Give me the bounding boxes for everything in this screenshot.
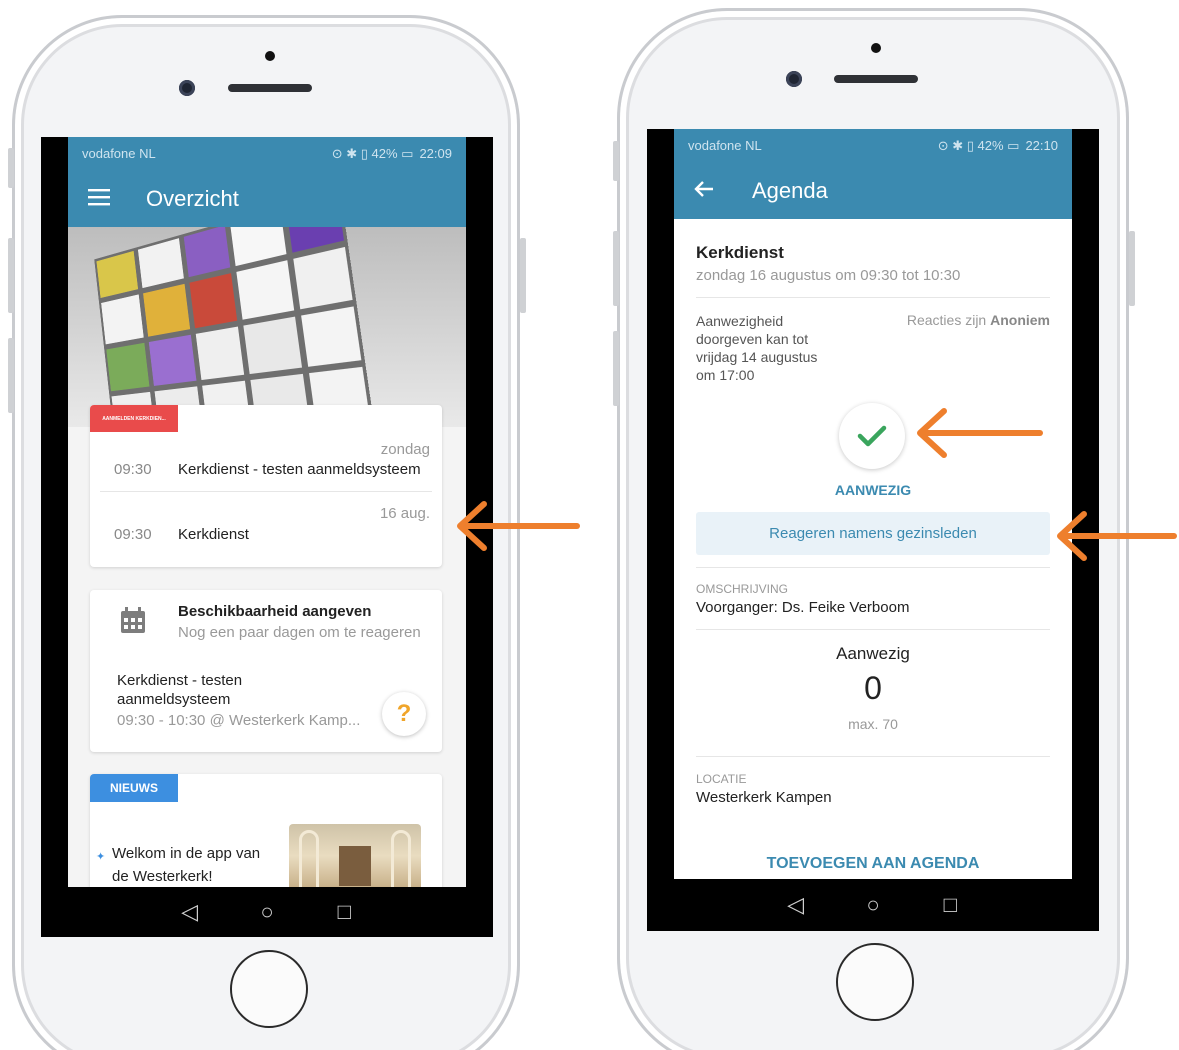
- back-arrow-icon[interactable]: [694, 177, 716, 205]
- event-tag: AANMELDEN KERKDIEN...: [90, 405, 178, 432]
- volume-up-button: [8, 238, 14, 313]
- attendance-deadline: Aanwezigheid doorgeven kan tot vrijdag 1…: [696, 312, 817, 384]
- agenda-app: vodafone NL ⊙ ✱ ▯ 42% ▭ 22:10 Agenda Ker…: [674, 129, 1072, 879]
- clock: 22:10: [1025, 137, 1058, 153]
- deadline-line: om 17:00: [696, 367, 755, 383]
- screen-left: vodafone NL ⊙ ✱ ▯ 42% ▭ 22:09 Overzicht: [41, 137, 493, 937]
- status-bar: vodafone NL ⊙ ✱ ▯ 42% ▭ 22:10: [674, 129, 1072, 162]
- status-icons: ⊙ ✱ ▯ 42% ▭: [937, 137, 1020, 153]
- front-camera: [179, 80, 195, 96]
- volume-down-button: [613, 331, 619, 406]
- availability-card[interactable]: Beschikbaarheid aangeven Nog een paar da…: [90, 590, 442, 752]
- volume-down-button: [8, 338, 14, 413]
- pin-icon: ✦: [96, 851, 106, 863]
- front-camera: [786, 71, 802, 87]
- event-title: Kerkdienst: [696, 243, 784, 262]
- news-title-line2: de Westerkerk!: [112, 868, 213, 885]
- carrier-label: vodafone NL: [82, 146, 156, 161]
- check-icon[interactable]: [839, 403, 905, 469]
- home-button: [836, 943, 914, 1021]
- reactions-value: Anoniem: [990, 312, 1050, 328]
- event-detail: Kerkdienst zondag 16 augustus om 09:30 t…: [674, 219, 1072, 879]
- overview-app: vodafone NL ⊙ ✱ ▯ 42% ▭ 22:09 Overzicht: [68, 137, 466, 887]
- event-time: 09:30: [114, 526, 152, 543]
- attendance-count: 0: [864, 670, 882, 706]
- earpiece-speaker: [228, 84, 312, 92]
- event-title: Kerkdienst - testen aanmeldsysteem: [178, 461, 421, 478]
- deadline-line: vrijdag 14 augustus: [696, 349, 818, 365]
- recents-square-icon[interactable]: □: [935, 892, 965, 918]
- app-bar: Agenda: [674, 162, 1072, 219]
- orange-arrow-icon: [917, 408, 1043, 458]
- calendar-icon: [120, 606, 146, 639]
- orange-arrow-icon: [1057, 511, 1177, 561]
- home-circle-icon[interactable]: ○: [858, 892, 888, 918]
- description-value: Voorganger: Ds. Feike Verboom: [696, 599, 910, 616]
- orange-arrow-icon: [457, 501, 580, 551]
- attendance-max: max. 70: [848, 716, 898, 732]
- location-value: Westerkerk Kampen: [696, 789, 832, 806]
- status-icons: ⊙ ✱ ▯ 42% ▭: [331, 145, 414, 161]
- event-datetime: zondag 16 augustus om 09:30 tot 10:30: [696, 267, 961, 284]
- menu-icon[interactable]: [88, 185, 110, 213]
- mute-switch: [8, 148, 14, 188]
- recents-square-icon[interactable]: □: [329, 899, 359, 925]
- event-list-card: AANMELDEN KERKDIEN... zondag 09:30 Kerkd…: [90, 405, 442, 567]
- home-circle-icon[interactable]: ○: [252, 899, 282, 925]
- reactions-prefix: Reacties zijn: [906, 312, 987, 328]
- mute-switch: [613, 141, 619, 181]
- android-nav-bar: ◁ ○ □: [647, 879, 1099, 931]
- home-button: [230, 950, 308, 1028]
- availability-subheading: Nog een paar dagen om te reageren: [178, 624, 421, 641]
- add-to-agenda-button[interactable]: TOEVOEGEN AAN AGENDA: [674, 855, 1072, 873]
- stained-glass-image: [68, 227, 466, 427]
- availability-event-meta: 09:30 - 10:30 @ Westerkerk Kamp...: [117, 712, 361, 729]
- power-button: [1129, 231, 1135, 306]
- volume-up-button: [613, 231, 619, 306]
- church-organ-image: [289, 824, 421, 887]
- event-title: Kerkdienst: [178, 526, 249, 543]
- attendance-status-label[interactable]: AANWEZIG: [674, 482, 1072, 498]
- description-label: OMSCHRIJVING: [696, 582, 789, 596]
- deadline-line: Aanwezigheid: [696, 313, 784, 329]
- news-card[interactable]: NIEUWS ✦ Welkom in de app van de Westerk…: [90, 774, 442, 887]
- carrier-label: vodafone NL: [688, 138, 762, 153]
- event-date: 16 aug.: [379, 505, 430, 522]
- android-nav-bar: ◁ ○ □: [41, 887, 493, 937]
- location-label: LOCATIE: [696, 772, 747, 786]
- question-mark-button[interactable]: ?: [382, 692, 426, 736]
- attendance-counter-label: Aanwezig: [836, 644, 910, 663]
- news-title-line1: Welkom in de app van: [112, 845, 261, 862]
- power-button: [520, 238, 526, 313]
- screen-right: vodafone NL ⊙ ✱ ▯ 42% ▭ 22:10 Agenda Ker…: [647, 129, 1099, 931]
- page-title: Overzicht: [146, 185, 239, 211]
- app-bar: Overzicht: [68, 170, 466, 227]
- back-triangle-icon[interactable]: ◁: [781, 892, 811, 918]
- availability-heading: Beschikbaarheid aangeven: [178, 603, 372, 620]
- reactions-info: Reacties zijn Anoniem: [907, 312, 1050, 328]
- status-bar: vodafone NL ⊙ ✱ ▯ 42% ▭ 22:09: [68, 137, 466, 170]
- sensor-dot: [871, 43, 881, 53]
- event-date: zondag: [380, 441, 430, 458]
- family-response-button[interactable]: Reageren namens gezinsleden: [696, 512, 1050, 555]
- sensor-dot: [265, 51, 275, 61]
- news-tag: NIEUWS: [90, 774, 178, 802]
- page-title: Agenda: [752, 177, 828, 203]
- event-time: 09:30: [114, 461, 152, 478]
- availability-event-title-line1: Kerkdienst - testen: [117, 672, 243, 689]
- deadline-line: doorgeven kan tot: [696, 331, 809, 347]
- clock: 22:09: [419, 145, 452, 161]
- availability-event-title-line2: aanmeldsysteem: [117, 691, 231, 708]
- earpiece-speaker: [834, 75, 918, 83]
- event-row[interactable]: 09:30 Kerkdienst - testen aanmeldsysteem: [90, 457, 442, 487]
- event-row[interactable]: 09:30 Kerkdienst: [90, 522, 442, 552]
- back-triangle-icon[interactable]: ◁: [175, 899, 205, 925]
